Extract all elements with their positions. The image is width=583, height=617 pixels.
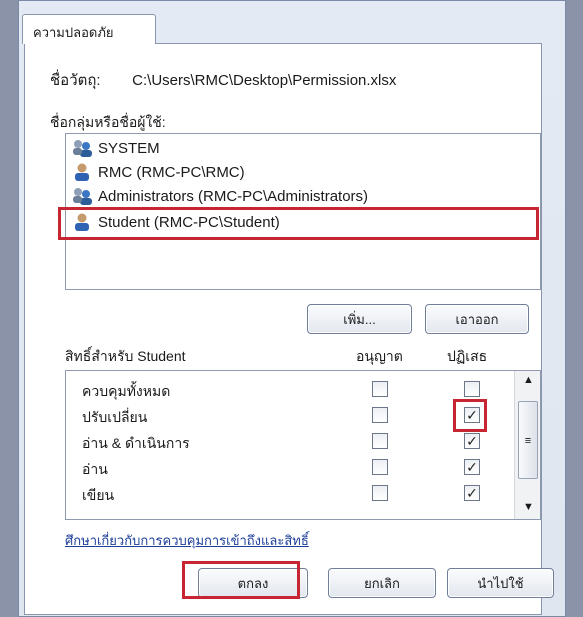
list-item-label: SYSTEM bbox=[98, 139, 160, 157]
list-item-label: RMC (RMC-PC\RMC) bbox=[98, 163, 245, 181]
permission-row: เขียน ✓ bbox=[66, 481, 506, 506]
deny-checkbox[interactable]: ✓ bbox=[464, 433, 480, 449]
object-name-label: ชื่อวัตถุ: bbox=[50, 72, 101, 89]
group-icon bbox=[73, 140, 92, 157]
list-item-administrators[interactable]: Administrators (RMC-PC\Administrators) bbox=[72, 185, 368, 207]
access-control-link[interactable]: ศึกษาเกี่ยวกับการควบคุมการเข้าถึงและสิทธ… bbox=[65, 530, 309, 551]
ok-highlight-box bbox=[182, 561, 300, 599]
allow-checkbox[interactable] bbox=[372, 407, 388, 423]
permissions-scrollbar[interactable]: ▲ ≡ ▼ bbox=[514, 371, 540, 519]
deny-checkbox[interactable]: ✓ bbox=[464, 459, 480, 475]
remove-button[interactable]: เอาออก bbox=[425, 304, 529, 334]
permissions-header: สิทธิ์สำหรับ Student bbox=[65, 348, 186, 364]
object-name-value: C:\Users\RMC\Desktop\Permission.xlsx bbox=[132, 72, 397, 89]
apply-button[interactable]: นำไปใช้ bbox=[447, 568, 554, 598]
scroll-up-icon[interactable]: ▲ bbox=[523, 374, 534, 386]
permission-row: อ่าน ✓ bbox=[66, 455, 506, 480]
permission-name: เขียน bbox=[82, 487, 115, 503]
permission-name: อ่าน bbox=[82, 461, 108, 477]
permission-row: ปรับเปลี่ยน ✓ bbox=[66, 403, 506, 428]
allow-checkbox[interactable] bbox=[372, 381, 388, 397]
groups-label: ชื่อกลุ่มหรือชื่อผู้ใช้: bbox=[50, 114, 166, 130]
deny-modify-highlight-box bbox=[453, 399, 487, 432]
allow-checkbox[interactable] bbox=[372, 459, 388, 475]
permissions-list: ▲ ≡ ▼ ควบคุมทั้งหมด ปรับเปลี่ยน ✓ อ่าน & ดำ… bbox=[65, 370, 541, 520]
user-icon bbox=[75, 163, 89, 181]
allow-checkbox[interactable] bbox=[372, 485, 388, 501]
list-item-rmc[interactable]: RMC (RMC-PC\RMC) bbox=[72, 161, 245, 183]
object-name-row: ชื่อวัตถุ: C:\Users\RMC\Desktop\Permissi… bbox=[50, 68, 396, 92]
student-highlight-box bbox=[58, 207, 539, 240]
scroll-down-icon[interactable]: ▼ bbox=[523, 501, 534, 513]
group-icon bbox=[73, 188, 92, 205]
allow-column-header: อนุญาต bbox=[356, 348, 403, 364]
list-item-label: Administrators (RMC-PC\Administrators) bbox=[98, 187, 369, 205]
add-button[interactable]: เพิ่ม... bbox=[307, 304, 412, 334]
deny-checkbox[interactable] bbox=[464, 381, 480, 397]
cancel-button[interactable]: ยกเลิก bbox=[328, 568, 436, 598]
list-item-system[interactable]: SYSTEM bbox=[72, 137, 160, 159]
permission-name: อ่าน & ดำเนินการ bbox=[82, 435, 190, 451]
permission-name: ควบคุมทั้งหมด bbox=[82, 383, 171, 399]
permission-row: อ่าน & ดำเนินการ ✓ bbox=[66, 429, 506, 454]
permission-name: ปรับเปลี่ยน bbox=[82, 409, 148, 425]
deny-column-header: ปฏิเสธ bbox=[447, 348, 488, 364]
tab-security[interactable]: ความปลอดภัย bbox=[22, 14, 156, 44]
allow-checkbox[interactable] bbox=[372, 433, 388, 449]
deny-checkbox[interactable]: ✓ bbox=[464, 485, 480, 501]
scroll-thumb[interactable]: ≡ bbox=[518, 401, 538, 479]
permission-row: ควบคุมทั้งหมด bbox=[66, 377, 506, 402]
